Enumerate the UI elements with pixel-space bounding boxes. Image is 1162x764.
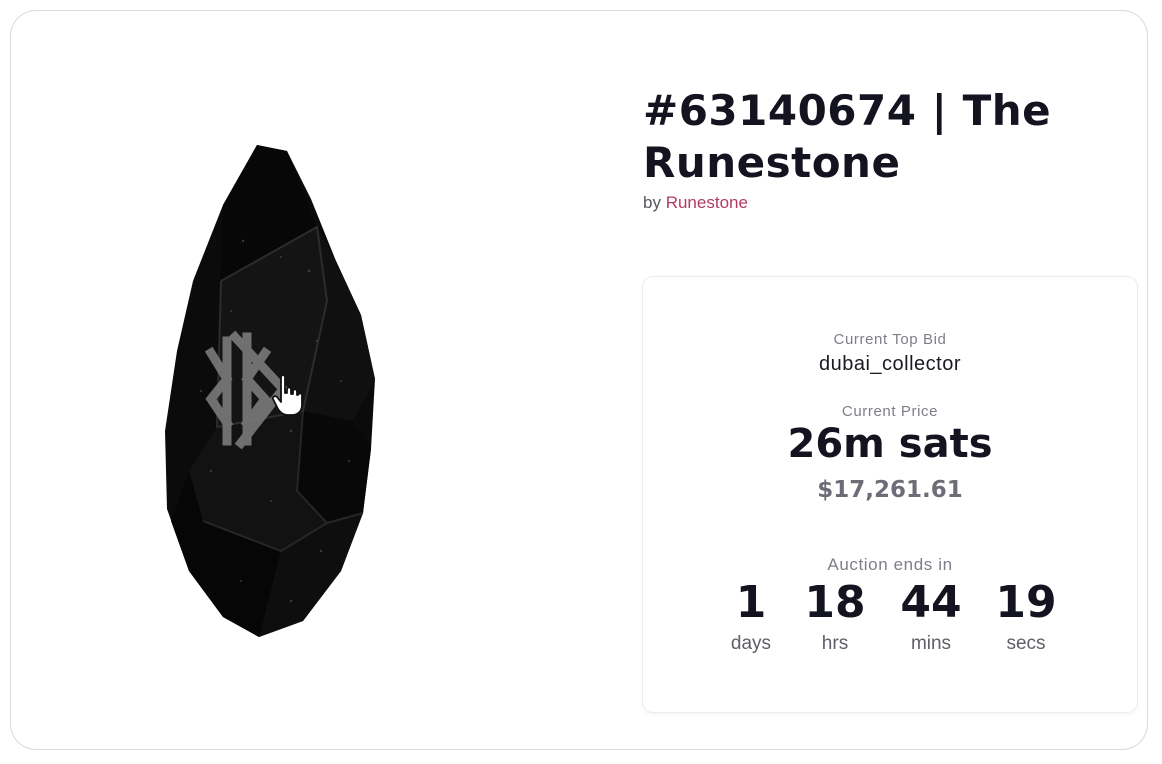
byline-prefix: by <box>643 193 661 212</box>
auction-panel: Current Top Bid dubai_collector Current … <box>643 277 1137 712</box>
countdown-hours: 18 hrs <box>795 575 875 655</box>
auction-ends-label: Auction ends in <box>827 555 953 574</box>
listing-card: #63140674 | The Runestone by Runestone C… <box>10 10 1148 750</box>
countdown-hours-value: 18 <box>804 577 866 628</box>
title-block: #63140674 | The Runestone by Runestone <box>643 85 1143 213</box>
current-price-sats: 26m sats <box>787 421 993 467</box>
countdown-seconds-value: 19 <box>995 577 1057 628</box>
countdown-hours-label: hrs <box>821 633 849 654</box>
countdown-minutes-label: mins <box>910 633 952 654</box>
countdown-days: 1 days <box>711 575 791 655</box>
current-price-label: Current Price <box>841 403 939 420</box>
countdown-minutes: 44 mins <box>891 575 971 655</box>
current-price-usd: $17,261.61 <box>817 477 963 503</box>
creator-link[interactable]: Runestone <box>666 193 748 212</box>
top-bid-label: Current Top Bid <box>833 331 947 348</box>
countdown-timer: 1 days 18 hrs 44 mins 19 secs <box>643 575 1137 665</box>
countdown-days-label: days <box>730 633 772 654</box>
countdown-minutes-value: 44 <box>900 577 962 628</box>
byline: by Runestone <box>643 193 1143 213</box>
countdown-seconds-label: secs <box>1006 633 1046 654</box>
countdown-days-value: 1 <box>735 577 767 628</box>
page-title: #63140674 | The Runestone <box>643 86 1052 187</box>
top-bidder-name: dubai_collector <box>818 353 962 375</box>
hand-pointer-icon <box>269 373 305 417</box>
countdown-seconds: 19 secs <box>986 575 1066 655</box>
